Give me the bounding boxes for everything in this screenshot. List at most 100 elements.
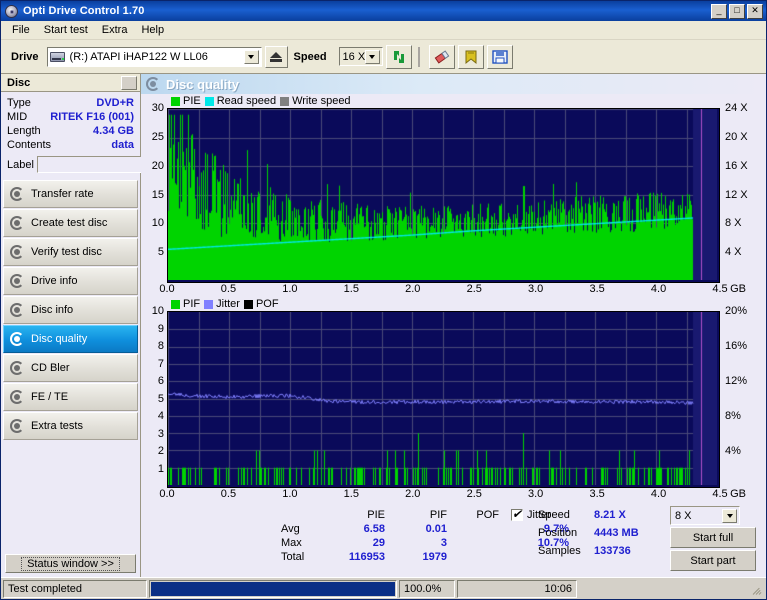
speed-stat-label: Speed [538, 508, 570, 521]
save-button[interactable] [486, 44, 513, 69]
start-part-label: Start part [690, 554, 736, 567]
chevron-down-icon[interactable] [722, 509, 737, 523]
legend-swatch [204, 96, 214, 106]
chevron-down-icon[interactable] [243, 49, 259, 64]
disc-contents-value: data [111, 139, 134, 151]
sidebar-item-label: Disc quality [31, 333, 88, 345]
start-part-button[interactable]: Start part [670, 550, 756, 571]
toolbar-divider [417, 46, 420, 67]
pie-chart-plot[interactable] [167, 108, 720, 283]
sidebar-item-label: Disc info [31, 304, 74, 316]
stats-header-pof: POF [476, 509, 499, 521]
sidebar-item-disc-quality[interactable]: Disc quality [3, 325, 138, 353]
pif-plot-row: 1 2 3 4 5 6 7 8 9 10 4% 8% 12% 16% 20% [141, 305, 766, 488]
speed-select[interactable]: 16 X [338, 47, 383, 66]
disc-length-value: 4.34 GB [93, 125, 134, 137]
pie-chart-x-axis: GB 0.0 0.5 1.0 1.5 2.0 2.5 3.0 3.5 4.0 4.5 [159, 283, 746, 297]
disc-header-button[interactable] [121, 75, 137, 90]
start-full-button[interactable]: Start full [670, 527, 756, 548]
position-stat-value: 4443 MB [594, 526, 639, 539]
disc-length-label: Length [7, 125, 41, 137]
eject-icon [270, 51, 283, 58]
sidebar-item-extra-tests[interactable]: Extra tests [3, 412, 138, 440]
pif-chart-legend: PIF Jitter POF [141, 297, 766, 311]
start-full-label: Start full [692, 531, 734, 544]
legend-entry-jitter: Jitter [204, 298, 240, 310]
drive-value: (R:) ATAPI iHAP122 W LL06 [69, 50, 208, 63]
bookmark-button[interactable] [457, 44, 484, 69]
menu-start-test[interactable]: Start test [37, 22, 95, 38]
axis-tick: 1.5 [343, 488, 359, 500]
stats-row-total: Total 116953 1979 [281, 550, 577, 564]
disc-header-label: Disc [7, 76, 31, 89]
drive-select[interactable]: (R:) ATAPI iHAP122 W LL06 [46, 46, 262, 67]
legend-entry-pof: POF [243, 298, 279, 310]
axis-tick: 20 X [725, 130, 748, 143]
sidebar-item-create-test-disc[interactable]: Create test disc [3, 209, 138, 237]
refresh-button[interactable] [385, 44, 412, 69]
axis-tick: 1.0 [282, 283, 298, 295]
pie-plot-row: 5 10 15 20 25 30 4 X 8 X 12 X 16 X 20 X 24 X [141, 102, 766, 283]
axis-tick: 3 [157, 427, 164, 440]
panel-header: Disc quality [141, 74, 766, 94]
sidebar-item-fe-te[interactable]: FE / TE [3, 383, 138, 411]
sidebar-item-drive-info[interactable]: Drive info [3, 267, 138, 295]
stats-total-pie: 116953 [348, 551, 385, 563]
legend-swatch [243, 299, 253, 309]
refresh-icon [393, 50, 404, 63]
legend-label: Write speed [292, 95, 351, 107]
stats-row-label: Avg [281, 523, 300, 535]
minimize-button[interactable]: _ [711, 3, 727, 19]
resize-grip-icon[interactable] [750, 582, 764, 596]
legend-label: Read speed [216, 95, 277, 107]
axis-tick: 3.5 [589, 283, 605, 295]
test-speed-select[interactable]: 8 X [670, 506, 740, 525]
menu-help[interactable]: Help [134, 22, 171, 38]
pie-chart-y-axis: 5 10 15 20 25 30 [141, 102, 167, 283]
axis-tick: 25 [151, 130, 164, 143]
axis-tick: 4.0 [650, 283, 667, 295]
content-panel: Disc quality PIE Read speed Write speed [141, 74, 766, 577]
legend-entry-read-speed: Read speed [204, 95, 277, 107]
sidebar-item-transfer-rate[interactable]: Transfer rate [3, 180, 138, 208]
floppy-save-icon [491, 49, 508, 64]
menu-extra[interactable]: Extra [95, 22, 135, 38]
status-window-button[interactable]: Status window >> [5, 554, 136, 573]
erase-button[interactable] [428, 44, 455, 69]
progress-bar [149, 579, 397, 598]
axis-tick: 7 [157, 357, 164, 370]
menu-file[interactable]: File [5, 22, 37, 38]
axis-tick: 4.5 [712, 283, 728, 295]
pif-chart-block: PIF Jitter POF 1 2 3 4 5 6 7 8 9 10 4% 8… [141, 297, 766, 502]
window-controls: _ □ ✕ [711, 3, 764, 19]
samples-stat-value: 133736 [594, 544, 631, 557]
jitter-checkbox[interactable] [511, 507, 523, 521]
statusbar: Test completed 100.0% 10:06 [1, 577, 766, 599]
sidebar-item-verify-test-disc[interactable]: Verify test disc [3, 238, 138, 266]
chevron-down-icon[interactable] [364, 50, 380, 64]
legend-entry-write-speed: Write speed [280, 95, 351, 107]
pif-chart-plot[interactable] [167, 311, 720, 488]
optical-drive-icon [49, 50, 66, 64]
axis-tick: 2.5 [466, 488, 482, 500]
eject-button[interactable] [264, 45, 288, 68]
sidebar-nav: Transfer rate Create test disc Verify te… [1, 180, 140, 441]
fe-te-icon [10, 390, 24, 404]
axis-tick: 3.5 [589, 488, 605, 500]
maximize-button[interactable]: □ [729, 3, 745, 19]
close-button[interactable]: ✕ [747, 3, 763, 19]
disc-info-row: Length 4.34 GB [7, 124, 134, 138]
stats-avg-pie: 6.58 [363, 523, 385, 535]
status-window-wrap: Status window >> [1, 551, 140, 577]
stats-row-label: Max [281, 537, 302, 549]
disc-info-row: Contents data [7, 138, 134, 152]
sidebar-item-disc-info[interactable]: Disc info [3, 296, 138, 324]
axis-tick: 0.5 [220, 488, 237, 500]
pie-chart-speed-axis: 4 X 8 X 12 X 16 X 20 X 24 X [720, 102, 766, 283]
disc-header: Disc [1, 74, 140, 92]
axis-tick: 8 X [725, 217, 742, 230]
disc-info-row: Type DVD+R [7, 96, 134, 110]
sidebar-item-cd-bler[interactable]: CD Bler [3, 354, 138, 382]
stats-max-pie: 29 [372, 537, 385, 549]
axis-tick: 20% [725, 305, 748, 317]
